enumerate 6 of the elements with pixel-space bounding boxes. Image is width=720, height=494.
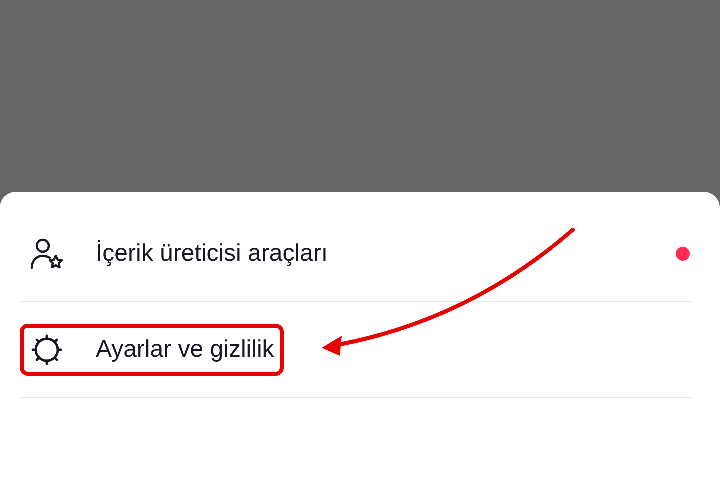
gear-icon <box>30 332 64 366</box>
menu-item-label: İçerik üreticisi araçları <box>96 238 328 268</box>
user-star-icon <box>30 236 64 270</box>
menu-item-label: Ayarlar ve gizlilik <box>96 334 274 364</box>
menu-item[interactable]: İçerik üreticisi araçları <box>20 206 692 302</box>
menu-item[interactable]: Ayarlar ve gizlilik <box>20 302 692 398</box>
